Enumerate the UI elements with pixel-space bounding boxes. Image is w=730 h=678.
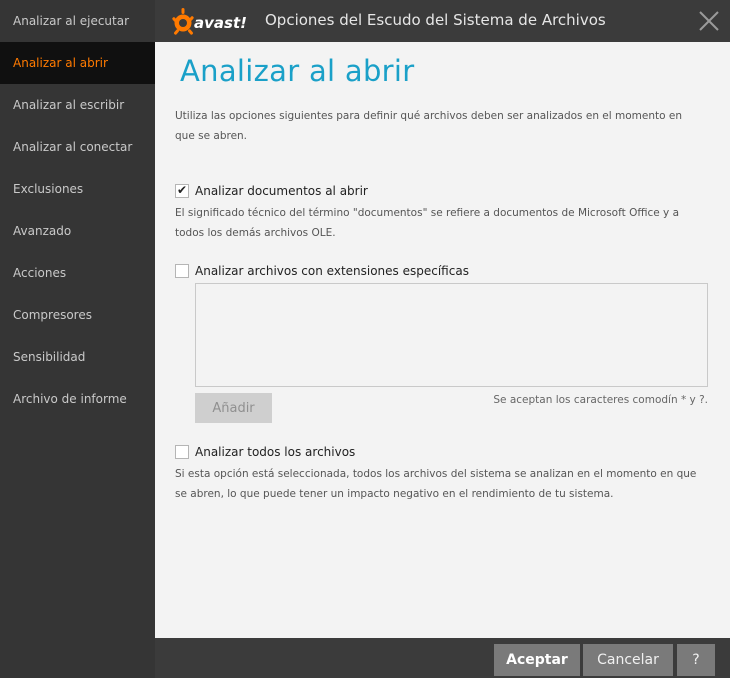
options-window: Analizar al ejecutar Analizar al abrir A… [0,0,730,678]
all-files-checkbox[interactable] [175,445,189,459]
wildcard-note: Se aceptan los caracteres comodín * y ?. [493,394,708,406]
sidebar-item-sensibilidad[interactable]: Sensibilidad [0,336,155,378]
close-icon[interactable] [696,8,722,34]
checkmark-icon: ✔ [177,183,188,197]
intro-text: Utiliza las opciones siguientes para def… [175,110,683,142]
option-all-files: Analizar todos los archivos [175,443,355,461]
documents-checkbox[interactable]: ✔ [175,183,189,198]
extensions-label[interactable]: Analizar archivos con extensiones especí… [195,264,469,278]
sidebar-item-analizar-al-abrir[interactable]: Analizar al abrir [0,42,155,84]
documents-description: El significado técnico del término "docu… [175,207,680,239]
avast-logo: avast! [172,8,247,35]
all-files-label[interactable]: Analizar todos los archivos [195,445,355,459]
cancel-button[interactable]: Cancelar [583,644,673,676]
footer: Aceptar Cancelar ? [155,638,730,678]
extensions-input[interactable] [195,283,708,387]
sidebar-item-analizar-al-escribir[interactable]: Analizar al escribir [0,84,155,126]
option-documents: ✔ Analizar documentos al abrir [175,182,368,200]
option-extensions: Analizar archivos con extensiones especí… [175,262,469,280]
sidebar-item-archivo-de-informe[interactable]: Archivo de informe [0,378,155,420]
sidebar: Analizar al ejecutar Analizar al abrir A… [0,0,155,678]
sidebar-item-acciones[interactable]: Acciones [0,252,155,294]
svg-text:avast!: avast! [194,14,247,32]
sidebar-item-analizar-al-conectar[interactable]: Analizar al conectar [0,126,155,168]
help-button[interactable]: ? [677,644,715,676]
extensions-checkbox[interactable] [175,264,189,278]
page-title: Analizar al abrir [180,54,415,88]
add-button[interactable]: Añadir [195,393,272,423]
all-files-description: Si esta opción está seleccionada, todos … [175,468,697,500]
documents-label[interactable]: Analizar documentos al abrir [195,184,368,198]
sidebar-item-compresores[interactable]: Compresores [0,294,155,336]
title-bar: avast! Opciones del Escudo del Sistema d… [155,0,730,42]
window-title: Opciones del Escudo del Sistema de Archi… [265,11,606,29]
accept-button[interactable]: Aceptar [494,644,580,676]
sidebar-item-avanzado[interactable]: Avanzado [0,210,155,252]
content-panel: Analizar al abrir Utiliza las opciones s… [155,42,730,638]
sidebar-item-exclusiones[interactable]: Exclusiones [0,168,155,210]
sidebar-item-analizar-al-ejecutar[interactable]: Analizar al ejecutar [0,0,155,42]
